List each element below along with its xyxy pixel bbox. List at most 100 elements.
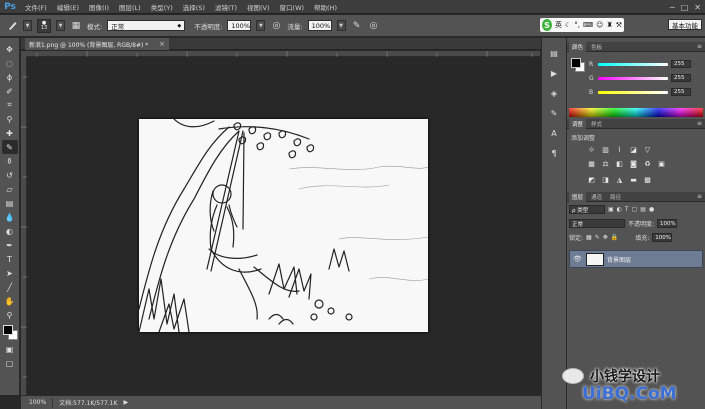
panel-menu-icon[interactable]: ≡ [697,120,702,127]
color-swatches[interactable] [2,324,18,342]
moon-icon[interactable]: ☾ [565,21,571,29]
hand-tool-icon[interactable]: ✋ [2,294,18,308]
workspace-select[interactable]: 基本功能 [668,19,702,30]
eye-icon[interactable]: 👁 [573,255,583,263]
gradient-map-icon[interactable]: ▬ [629,175,638,184]
canvas-area[interactable] [27,57,540,395]
lock-image-icon[interactable]: ✎ [595,234,600,241]
layer-row[interactable]: 👁 背景图层 [569,250,703,268]
tool-preset-dropdown[interactable]: ▼ [23,20,32,31]
green-value[interactable]: 255 [671,74,691,82]
selective-color-icon[interactable]: ▩ [643,175,652,184]
blue-slider[interactable] [598,90,668,94]
filter-smart-icon[interactable]: ▤ [640,206,646,213]
user-icon[interactable]: ☺ [596,21,603,29]
screen-mode-icon[interactable]: ▢ [2,356,18,370]
color-lookup-icon[interactable]: ▣ [657,159,666,168]
menu-window[interactable]: 窗口(W) [275,2,310,12]
brush-presets-icon[interactable]: ✎ [547,106,561,120]
properties-icon[interactable]: ◈ [547,86,561,100]
shape-tool-icon[interactable]: ╱ [2,280,18,294]
tools-icon[interactable]: ⚒ [616,21,622,29]
history-icon[interactable]: ▤ [547,46,561,60]
maximize-icon[interactable]: □ [681,3,689,12]
flow-dropdown[interactable]: ▼ [336,20,346,31]
menu-select[interactable]: 选择(S) [178,2,210,12]
actions-icon[interactable]: ▶ [547,66,561,80]
green-slider[interactable] [598,76,668,80]
invert-icon[interactable]: ◩ [587,175,596,184]
opacity-input[interactable]: 100% [227,20,252,31]
tab-layers[interactable]: 图层 [569,191,587,202]
blur-tool-icon[interactable]: 💧 [2,210,18,224]
tab-swatches[interactable]: 色板 [588,42,605,52]
healing-tool-icon[interactable]: ✚ [2,126,18,140]
levels-icon[interactable]: ▥ [601,145,610,154]
menu-filter[interactable]: 滤镜(T) [210,2,242,12]
document-tab[interactable]: 新浪1.png @ 100% (背景图层, RGB/8#) * × [25,38,169,50]
tab-channels[interactable]: 通道 [588,192,605,202]
menu-layer[interactable]: 图层(L) [114,2,146,12]
black-white-icon[interactable]: ◧ [615,159,624,168]
crop-tool-icon[interactable]: ⌗ [2,98,18,112]
path-select-tool-icon[interactable]: ➤ [2,266,18,280]
eraser-tool-icon[interactable]: ▱ [2,182,18,196]
red-slider[interactable] [598,62,668,66]
color-balance-icon[interactable]: ⚖ [601,159,610,168]
filter-toggle-icon[interactable]: ● [649,206,654,213]
foreground-color-swatch[interactable] [2,325,13,335]
lock-position-icon[interactable]: ✥ [603,234,608,241]
flow-input[interactable]: 100% [307,20,332,31]
threshold-icon[interactable]: ◮ [615,175,624,184]
blend-mode-select[interactable]: 正常 [569,219,625,228]
filter-type-icon[interactable]: T [625,206,629,213]
lock-transparent-icon[interactable]: ▦ [586,234,592,241]
airbrush-icon[interactable]: ✎ [351,20,363,32]
pressure-size-icon[interactable]: ◎ [368,20,380,32]
brush-size-picker[interactable]: ● 13 [37,18,51,33]
brush-tool-icon[interactable] [6,20,18,32]
document-image[interactable] [139,119,428,332]
ime-toolbar[interactable]: S 英 ☾ °, ⌨ ☺ ♜ ⚒ [540,18,624,32]
dodge-tool-icon[interactable]: ◐ [2,224,18,238]
red-value[interactable]: 255 [671,60,691,68]
panel-menu-icon[interactable]: ≡ [697,193,702,200]
gradient-tool-icon[interactable]: ▤ [2,196,18,210]
pressure-opacity-icon[interactable]: ◎ [270,20,282,32]
filter-adjust-icon[interactable]: ◐ [617,206,622,213]
menu-edit[interactable]: 编辑(E) [52,2,84,12]
close-icon[interactable]: × [159,40,165,48]
menu-image[interactable]: 图像(I) [84,2,114,12]
menu-file[interactable]: 文件(F) [20,2,52,12]
layer-name[interactable]: 背景图层 [607,255,631,264]
eyedropper-tool-icon[interactable]: ⚲ [2,112,18,126]
posterize-icon[interactable]: ◨ [601,175,610,184]
history-brush-tool-icon[interactable]: ↺ [2,168,18,182]
opacity-dropdown[interactable]: ▼ [256,20,266,31]
quick-select-tool-icon[interactable]: ✐ [2,84,18,98]
paragraph-icon[interactable]: ¶ [547,146,561,160]
zoom-level[interactable]: 100% [29,399,46,406]
curves-icon[interactable]: ⌇ [615,145,624,154]
clone-stamp-tool-icon[interactable]: ⚱ [2,154,18,168]
hue-saturation-icon[interactable]: ▦ [587,159,596,168]
layer-opacity-input[interactable]: 100% [657,219,678,228]
type-tool-icon[interactable]: T [2,252,18,266]
move-tool-icon[interactable]: ✥ [2,42,18,56]
exposure-icon[interactable]: ◪ [629,145,638,154]
tab-color[interactable]: 颜色 [569,41,587,52]
lock-all-icon[interactable]: 🔒 [611,234,618,241]
quick-mask-icon[interactable]: ▣ [2,342,18,356]
brush-picker-dropdown[interactable]: ▼ [56,20,65,31]
keyboard-icon[interactable]: ⌨ [583,21,593,29]
ime-lang-label[interactable]: 英 [555,20,562,30]
character-icon[interactable]: A [547,126,561,140]
tab-adjustments[interactable]: 调整 [569,118,587,129]
blue-value[interactable]: 255 [671,88,691,96]
punct-icon[interactable]: °, [574,21,580,29]
panel-menu-icon[interactable]: ≡ [697,43,702,50]
marquee-tool-icon[interactable]: ◌ [2,56,18,70]
foreground-color-swatch[interactable] [571,58,581,68]
minimize-icon[interactable]: ─ [670,3,675,12]
brush-tool-icon[interactable]: ✎ [1,140,18,154]
